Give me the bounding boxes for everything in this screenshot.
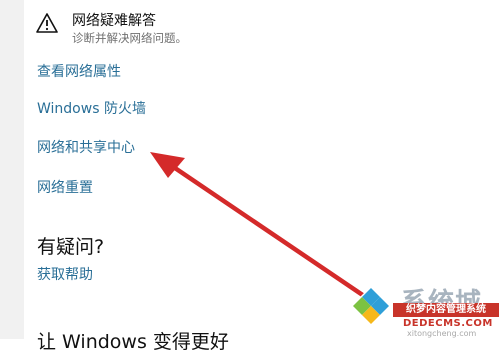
- troubleshooter-description: 诊断并解决网络问题。: [72, 31, 187, 45]
- watermark-subdomain: xitongcheng.com: [407, 329, 477, 338]
- troubleshooter-title: 网络疑难解答: [72, 13, 156, 29]
- view-network-properties-link[interactable]: 查看网络属性: [37, 61, 121, 81]
- help-section-heading: 有疑问?: [37, 236, 105, 258]
- windows-logo-icon: [351, 286, 391, 326]
- watermark-badge: 织梦内容管理系统: [393, 303, 499, 317]
- windows-firewall-link[interactable]: Windows 防火墙: [37, 98, 146, 118]
- network-sharing-center-link[interactable]: 网络和共享中心: [37, 137, 135, 157]
- site-watermark: 系统城 织梦内容管理系统 DEDECMS.COM xitongcheng.com: [345, 282, 500, 339]
- feedback-section-heading: 让 Windows 变得更好: [37, 331, 229, 353]
- get-help-link[interactable]: 获取帮助: [37, 264, 93, 284]
- left-panel-strip: [0, 0, 24, 339]
- network-reset-link[interactable]: 网络重置: [37, 177, 93, 197]
- warning-triangle-icon: [36, 13, 58, 33]
- watermark-domain: DEDECMS.COM: [403, 318, 493, 329]
- network-troubleshooter[interactable]: 网络疑难解答 诊断并解决网络问题。: [36, 8, 336, 48]
